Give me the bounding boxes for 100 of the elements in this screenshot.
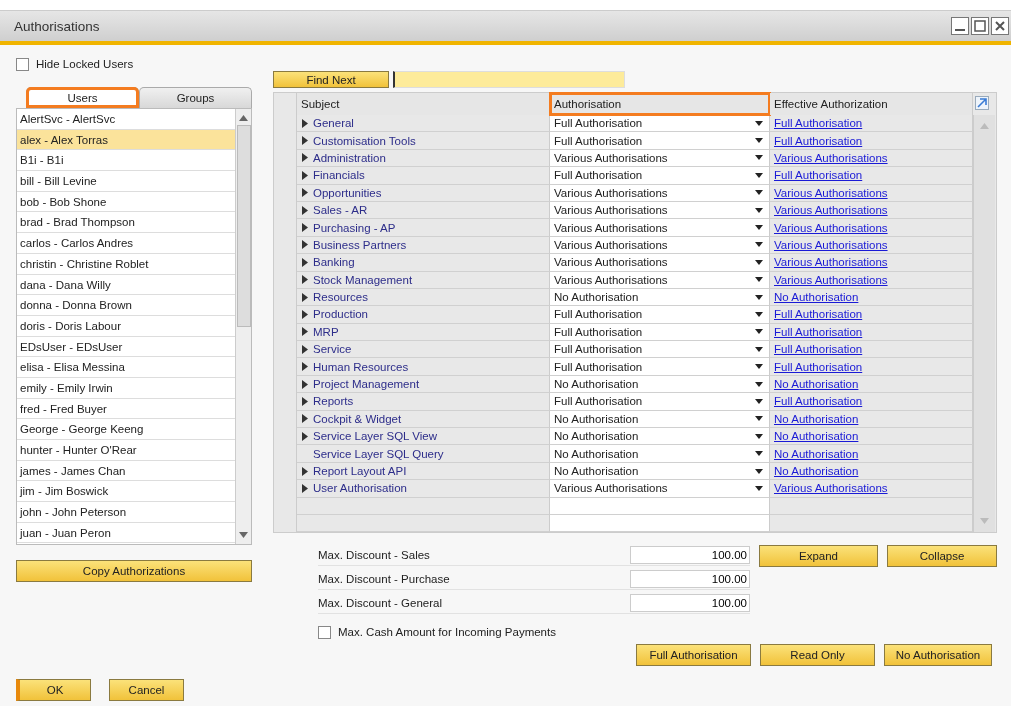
user-list-item[interactable]: christin - Christine Roblet	[17, 253, 235, 275]
effective-authorization-link[interactable]: Full Authorisation	[774, 395, 863, 408]
user-list-item[interactable]: jim - Jim Boswick	[17, 481, 235, 503]
effective-authorization-link[interactable]: No Authorisation	[774, 430, 859, 443]
subject-cell: Banking	[313, 256, 355, 269]
effective-authorization-link[interactable]: Full Authorisation	[774, 360, 863, 373]
tab[interactable]: Groups	[139, 87, 252, 108]
tree-button[interactable]: Collapse	[887, 545, 997, 568]
effective-authorization-link[interactable]: Various Authorisations	[774, 221, 888, 234]
subject-cell: Business Partners	[313, 238, 407, 251]
effective-authorization-link[interactable]: Full Authorisation	[774, 325, 863, 338]
authorisation-level-button[interactable]: Full Authorisation	[636, 644, 751, 667]
user-list-item[interactable]: B1i - B1i	[17, 150, 235, 172]
scroll-down-icon[interactable]	[239, 532, 248, 538]
effective-authorization-link[interactable]: Full Authorisation	[774, 343, 863, 356]
tab[interactable]: Users	[26, 87, 139, 108]
dropdown-caret-icon	[755, 259, 763, 265]
user-list-item[interactable]: alex - Alex Torras	[17, 129, 235, 151]
discount-field[interactable]: 100.00	[630, 594, 750, 613]
effective-authorization-link[interactable]: Full Authorisation	[774, 117, 863, 130]
user-list-item[interactable]: AlertSvc - AlertSvc	[17, 109, 235, 130]
user-list-item[interactable]: emily - Emily Irwin	[17, 377, 235, 399]
subject-cell: Opportunities	[313, 186, 382, 199]
effective-authorization-link[interactable]: Various Authorisations	[774, 204, 888, 217]
authorisation-dropdown[interactable]: Various Authorisations	[550, 480, 770, 498]
dropdown-caret-icon	[755, 468, 763, 474]
authorisation-dropdown[interactable]: Full Authorisation	[550, 167, 770, 185]
discount-field[interactable]: 100.00	[630, 570, 750, 589]
discount-field[interactable]: 100.00	[630, 546, 750, 565]
user-list-item[interactable]: hunter - Hunter O'Rear	[17, 440, 235, 461]
dropdown-caret-icon	[755, 172, 763, 178]
minimize-icon[interactable]	[951, 17, 969, 35]
dropdown-caret-icon	[755, 364, 763, 370]
max-cash-checkbox[interactable]	[318, 625, 331, 639]
authorisation-level-button[interactable]: Read Only	[760, 644, 875, 667]
effective-authorization-link[interactable]: Various Authorisations	[774, 238, 888, 251]
user-list-item[interactable]: EDsUser - EDsUser	[17, 336, 235, 358]
user-list-item[interactable]: dana - Dana Willy	[17, 274, 235, 296]
user-list-item[interactable]: donna - Donna Brown	[17, 295, 235, 316]
effective-authorization-link[interactable]: No Authorisation	[774, 412, 859, 425]
subject-cell: Service Layer SQL View	[313, 430, 437, 443]
footer-button[interactable]: OK	[16, 679, 91, 701]
dropdown-caret-icon	[755, 190, 763, 196]
maximize-icon[interactable]	[971, 17, 989, 35]
search-field[interactable]	[393, 71, 625, 88]
user-list-item[interactable]: carlos - Carlos Andres	[17, 233, 235, 254]
user-list-item[interactable]: john - John Peterson	[17, 502, 235, 523]
dropdown-caret-icon	[755, 398, 763, 404]
user-list-item[interactable]: elisa - Elisa Messina	[17, 357, 235, 378]
effective-authorization-link[interactable]: No Authorisation	[774, 447, 859, 460]
field-label: Max. Discount - Purchase	[318, 573, 450, 586]
user-list-item[interactable]: juan - Juan Peron	[17, 522, 235, 544]
authorisation-dropdown[interactable]: Full Authorisation	[550, 306, 770, 324]
effective-authorization-link[interactable]: Full Authorisation	[774, 308, 863, 321]
user-list-item[interactable]: George - George Keeng	[17, 419, 235, 440]
effective-authorization-link[interactable]: Full Authorisation	[774, 134, 863, 147]
authorisation-dropdown[interactable]: Full Authorisation	[550, 358, 770, 376]
subject-cell: Human Resources	[313, 360, 409, 373]
hide-locked-checkbox[interactable]	[16, 57, 29, 71]
effective-authorization-link[interactable]: Full Authorisation	[774, 169, 863, 182]
user-list-item[interactable]: james - James Chan	[17, 460, 235, 482]
checkbox-label: Max. Cash Amount for Incoming Payments	[338, 626, 556, 639]
tree-button[interactable]: Expand	[759, 545, 878, 568]
effective-authorization-link[interactable]: No Authorisation	[774, 291, 859, 304]
effective-authorization-link[interactable]: Various Authorisations	[774, 151, 888, 164]
user-list-item[interactable]: bob - Bob Shone	[17, 191, 235, 213]
authorisation-dropdown[interactable]: Full Authorisation	[550, 341, 770, 359]
effective-authorization-link[interactable]: No Authorisation	[774, 378, 859, 391]
copy-authorizations-button[interactable]: Copy Authorizations	[16, 560, 252, 582]
authorisation-dropdown[interactable]: No Authorisation	[550, 428, 770, 446]
effective-authorization-link[interactable]: Various Authorisations	[774, 482, 888, 495]
field-label: Max. Discount - General	[318, 597, 442, 610]
effective-authorization-link[interactable]: Various Authorisations	[774, 256, 888, 269]
scroll-up-icon[interactable]	[239, 115, 248, 121]
subject-cell: General	[313, 117, 354, 130]
subject-cell: Resources	[313, 291, 368, 304]
user-list-item[interactable]: bill - Bill Levine	[17, 171, 235, 192]
scrollbar[interactable]	[235, 109, 251, 544]
find-next-button[interactable]: Find Next	[273, 71, 389, 88]
effective-authorization-link[interactable]: No Authorisation	[774, 465, 859, 477]
authorisation-level-button[interactable]: No Authorisation	[884, 644, 992, 667]
dropdown-caret-icon	[755, 294, 763, 300]
user-list-item[interactable]: brad - Brad Thompson	[17, 212, 235, 234]
authorisation-dropdown[interactable]: Various Authorisations	[550, 219, 770, 237]
subject-cell: User Authorisation	[313, 482, 407, 495]
effective-authorization-link[interactable]: Various Authorisations	[774, 273, 888, 286]
footer-button[interactable]: Cancel	[109, 679, 184, 701]
dropdown-caret-icon	[755, 225, 763, 231]
authorisation-dropdown[interactable]: Full Authorisation	[550, 132, 770, 150]
close-icon[interactable]	[991, 17, 1009, 35]
authorisation-dropdown[interactable]: Various Authorisations	[550, 254, 770, 272]
dropdown-caret-icon	[755, 138, 763, 144]
dropdown-caret-icon	[755, 346, 763, 352]
authorisation-dropdown[interactable]: No Authorisation	[550, 445, 770, 463]
subject-cell: Purchasing - AP	[313, 221, 396, 234]
user-list-item[interactable]: fred - Fred Buyer	[17, 398, 235, 420]
authorisation-dropdown[interactable]: Full Authorisation	[550, 393, 770, 411]
effective-authorization-link[interactable]: Various Authorisations	[774, 186, 888, 199]
dropdown-caret-icon	[755, 329, 763, 335]
user-list-item[interactable]: doris - Doris Labour	[17, 315, 235, 337]
